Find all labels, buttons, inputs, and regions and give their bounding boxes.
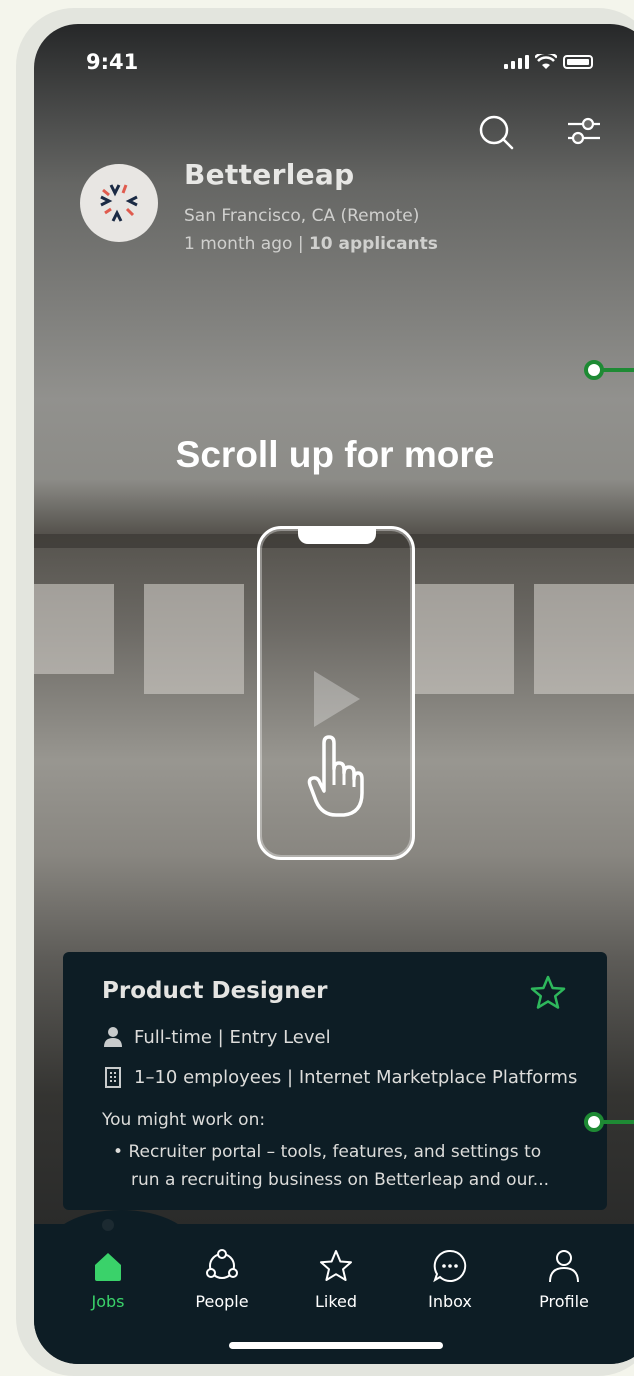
people-icon <box>206 1249 238 1279</box>
filter-icon[interactable] <box>564 112 604 152</box>
nav-label: Jobs <box>91 1292 125 1311</box>
favorite-star-icon[interactable] <box>529 974 567 1012</box>
signal-icon <box>504 55 529 69</box>
chat-icon <box>433 1249 467 1283</box>
scroll-hint: Scroll up for more <box>175 434 495 475</box>
work-bullet: • Recruiter portal – tools, features, an… <box>113 1138 593 1194</box>
nav-profile[interactable]: Profile <box>514 1244 614 1311</box>
progress-handle-lower[interactable] <box>584 1112 604 1132</box>
nav-label: Profile <box>539 1292 589 1311</box>
job-card[interactable]: Product Designer Full-time | Entry Level… <box>63 952 607 1210</box>
bullet-line-2: run a recruiting business on Betterleap … <box>131 1170 550 1190</box>
window-pane <box>34 584 114 674</box>
company-logo[interactable] <box>80 164 158 242</box>
company-info: 1–10 employees | Internet Marketplace Pl… <box>134 1066 578 1088</box>
nav-liked[interactable]: Liked <box>286 1244 386 1311</box>
active-tab-dot <box>102 1219 114 1231</box>
window-pane <box>144 584 244 694</box>
company-location: San Francisco, CA (Remote) <box>184 206 420 226</box>
home-icon <box>95 1253 121 1281</box>
nav-inbox[interactable]: Inbox <box>400 1244 500 1311</box>
wifi-icon <box>535 54 557 69</box>
building-icon <box>105 1067 121 1088</box>
posting-meta: 1 month ago | 10 applicants <box>184 234 438 254</box>
search-icon[interactable] <box>476 112 516 152</box>
hand-swipe-icon <box>307 735 364 817</box>
status-indicators <box>504 54 593 70</box>
company-info-row: 1–10 employees | Internet Marketplace Pl… <box>102 1066 577 1088</box>
betterleap-logo-icon <box>100 184 138 222</box>
job-title[interactable]: Product Designer <box>102 978 328 1004</box>
bullet-line-1: • Recruiter portal – tools, features, an… <box>113 1142 542 1162</box>
window-pane <box>414 584 514 694</box>
phone-notch <box>298 528 376 544</box>
work-heading: You might work on: <box>102 1110 266 1130</box>
battery-icon <box>563 55 593 69</box>
job-type-row: Full-time | Entry Level <box>102 1026 331 1048</box>
nav-jobs[interactable]: Jobs <box>58 1244 158 1311</box>
profile-icon <box>549 1250 579 1283</box>
nav-people[interactable]: People <box>172 1244 272 1311</box>
progress-handle[interactable] <box>584 360 604 380</box>
posted-time: 1 month ago <box>184 234 293 254</box>
job-type: Full-time | Entry Level <box>134 1026 331 1048</box>
home-indicator[interactable] <box>229 1342 443 1349</box>
nav-label: Liked <box>314 1292 358 1311</box>
status-time: 9:41 <box>86 50 139 74</box>
nav-label: People <box>195 1292 249 1311</box>
play-icon <box>314 671 360 727</box>
company-name[interactable]: Betterleap <box>184 158 354 191</box>
scroll-tutorial-graphic <box>257 526 415 860</box>
job-video-screen[interactable]: 9:41 Betterleap San Francisco, CA (Remot… <box>34 24 634 1364</box>
person-icon <box>104 1027 122 1047</box>
window-pane <box>534 584 634 694</box>
nav-label: Inbox <box>428 1292 472 1311</box>
star-icon <box>320 1250 352 1281</box>
applicant-count: 10 applicants <box>308 234 438 254</box>
meta-separator: | <box>297 234 304 254</box>
